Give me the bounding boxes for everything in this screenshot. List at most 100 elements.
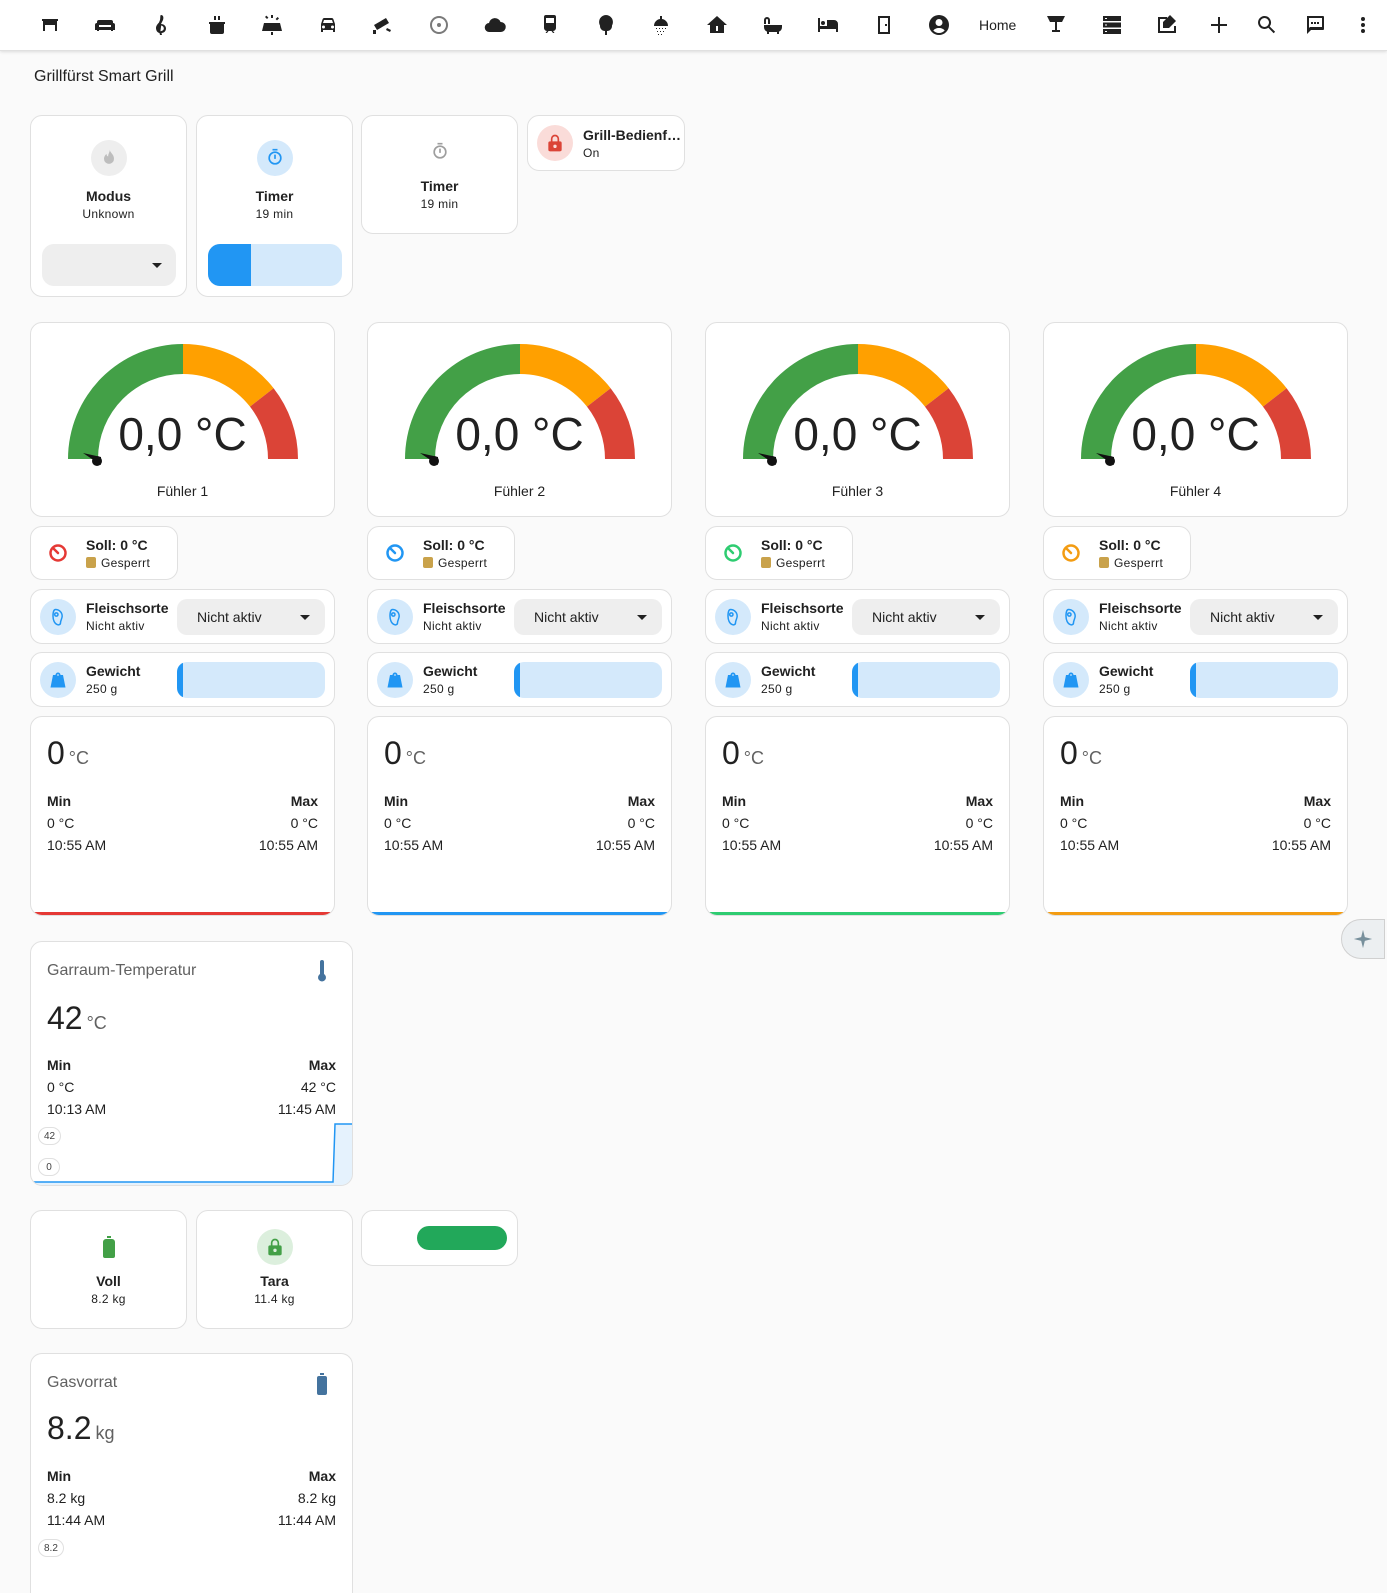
grill-lock-icon-wrap — [537, 125, 573, 161]
probe-3-stat-max-value: 0 °C — [965, 815, 993, 831]
probe-2-gewicht-icon-wrap — [377, 661, 413, 698]
tab-bathtub[interactable] — [745, 0, 801, 51]
probe-2-stat-max: Max 0 °C 10:55 AM — [596, 790, 655, 856]
probe-4-gauge-name: Fühler 4 — [1169, 483, 1222, 499]
grill-lock-tile[interactable]: Grill-Bedienf… On — [527, 115, 685, 171]
lock-icon — [86, 556, 96, 568]
probe-4-statistics-card[interactable]: 0 °C Min 0 °C 10:55 AM Max 0 °C 10:55 AM — [1043, 716, 1348, 916]
probe-4-gewicht-state: 250 g — [1099, 682, 1131, 696]
gas-tara-state: 11.4 kg — [254, 1292, 295, 1306]
probe-2-fleischsorte-select[interactable]: Nicht aktiv — [514, 599, 662, 635]
modus-tile[interactable]: Modus Unknown — [30, 115, 187, 297]
gas-tara-tile[interactable]: Tara 11.4 kg — [196, 1210, 353, 1329]
solar-panel-icon — [262, 15, 283, 35]
probe-3-soll-tile[interactable]: Soll: 0 °C Gesperrt — [705, 526, 853, 580]
probe-1-fleischsorte-select[interactable]: Nicht aktiv — [177, 599, 325, 635]
probe-3-gauge-card[interactable]: 0,0 °C Fühler 3 — [705, 322, 1010, 517]
tab-train[interactable] — [522, 0, 578, 51]
car-icon — [320, 18, 335, 32]
add-button[interactable] — [1195, 0, 1243, 51]
probe-2-gauge-card[interactable]: 0,0 °C Fühler 2 — [367, 322, 672, 517]
probe-3-stat-min-time: 10:55 AM — [722, 837, 782, 853]
tab-house[interactable] — [689, 0, 745, 51]
tab-lamp[interactable] — [1028, 0, 1084, 51]
tab-solar[interactable] — [244, 0, 300, 51]
probe-4-gewicht-slider[interactable] — [1190, 662, 1338, 698]
timer-tile[interactable]: Timer 19 min — [196, 115, 353, 297]
probe-1-fleischsorte-text: Fleischsorte Nicht aktiv — [86, 600, 168, 633]
probe-3-statistics-card[interactable]: 0 °C Min 0 °C 10:55 AM Max 0 °C 10:55 AM — [705, 716, 1010, 916]
page-title: Grillfürst Smart Grill — [34, 68, 174, 85]
more-menu-button[interactable] — [1339, 0, 1387, 51]
search-button[interactable] — [1243, 0, 1291, 51]
probe-1-gewicht-card[interactable]: Gewicht 250 g — [30, 652, 335, 707]
probe-3-fleischsorte-card[interactable]: Fleischsorte Nicht aktiv Nicht aktiv — [705, 589, 1010, 644]
probe-1-soll-tile[interactable]: Soll: 0 °C Gesperrt — [30, 526, 178, 580]
probe-1-statistics-card[interactable]: 0 °C Min 0 °C 10:55 AM Max 0 °C 10:55 AM — [30, 716, 335, 916]
tab-atom[interactable] — [411, 0, 467, 51]
probe-2-fleischsorte-card[interactable]: Fleischsorte Nicht aktiv Nicht aktiv — [367, 589, 672, 644]
gas-toggle-card[interactable] — [361, 1210, 518, 1266]
probe-1-fleischsorte-select-value: Nicht aktiv — [197, 609, 262, 625]
assist-sparkle-button[interactable] — [1341, 919, 1385, 959]
probe-2-stat-value-row: 0 °C — [384, 735, 426, 772]
tab-sofa[interactable] — [78, 0, 134, 51]
probe-4-stat-min-label: Min — [1060, 793, 1085, 809]
timer-slider[interactable] — [208, 244, 342, 286]
gas-voll-tile[interactable]: Voll 8.2 kg — [30, 1210, 187, 1329]
probe-3-gewicht-card[interactable]: Gewicht 250 g — [705, 652, 1010, 707]
tab-tree[interactable] — [578, 0, 634, 51]
probe-2-gewicht-slider[interactable] — [514, 662, 662, 698]
probe-2-soll-tile[interactable]: Soll: 0 °C Gesperrt — [367, 526, 515, 580]
grill-lock-state: On — [583, 145, 600, 160]
tab-cctv[interactable] — [356, 0, 412, 51]
lock-icon — [423, 556, 433, 568]
probe-3-stat-min-value: 0 °C — [722, 815, 750, 831]
grill-lock-name: Grill-Bedienf… — [583, 126, 682, 143]
probe-4-fleischsorte-select[interactable]: Nicht aktiv — [1190, 599, 1338, 635]
gas-toggle-pill[interactable] — [417, 1226, 507, 1250]
probe-4-soll-tile[interactable]: Soll: 0 °C Gesperrt — [1043, 526, 1191, 580]
modus-select[interactable] — [42, 244, 176, 286]
garraum-min-label: Min — [47, 1057, 72, 1073]
probe-3-fleischsorte-select[interactable]: Nicht aktiv — [852, 599, 1000, 635]
probe-1-gewicht-slider[interactable] — [177, 662, 325, 698]
lock-icon — [761, 556, 771, 568]
tab-pot[interactable] — [189, 0, 245, 51]
probe-4-gewicht-card[interactable]: Gewicht 250 g — [1043, 652, 1348, 707]
probe-3-soll-text: Soll: 0 °C Gesperrt — [761, 537, 825, 570]
probe-1-fleischsorte-card[interactable]: Fleischsorte Nicht aktiv Nicht aktiv — [30, 589, 335, 644]
probe-2-gewicht-card[interactable]: Gewicht 250 g — [367, 652, 672, 707]
tab-blueprint[interactable] — [1139, 0, 1195, 51]
assist-button[interactable] — [1291, 0, 1339, 51]
probe-1-gauge-card[interactable]: 0,0 °C Fühler 1 — [30, 322, 335, 517]
garraum-graph-bottom-label: 0 — [38, 1158, 60, 1176]
tab-cloud[interactable] — [467, 0, 523, 51]
tab-bed[interactable] — [800, 0, 856, 51]
tab-account[interactable] — [912, 0, 968, 51]
probe-3-soll-value: Soll: 0 °C — [761, 536, 823, 553]
probe-4-gauge-card[interactable]: 0,0 °C Fühler 4 — [1043, 322, 1348, 517]
probe-3-gewicht-slider[interactable] — [852, 662, 1000, 698]
tab-home-view[interactable]: Home — [967, 0, 1028, 51]
timer-state: 19 min — [255, 207, 294, 221]
garraum-graph-top-label: 42 — [38, 1127, 62, 1145]
plus-icon — [1211, 17, 1227, 33]
probe-2-fleischsorte-state: Nicht aktiv — [423, 619, 482, 633]
tab-grill[interactable] — [22, 0, 78, 51]
tab-server[interactable] — [1084, 0, 1140, 51]
timer-remaining-tile[interactable]: Timer 19 min — [361, 115, 518, 234]
gas-voll-name: Voll — [96, 1273, 121, 1289]
garraum-temperature-card[interactable]: Garraum-Temperatur 42 °C Min 0 °C 10:13 … — [30, 941, 353, 1186]
tab-car[interactable] — [300, 0, 356, 51]
gasvorrat-card[interactable]: Gasvorrat 8.2 kg Min 8.2 kg 11:44 AM Max… — [30, 1353, 353, 1593]
gasvorrat-min-time: 11:44 AM — [47, 1512, 106, 1528]
probe-2-statistics-card[interactable]: 0 °C Min 0 °C 10:55 AM Max 0 °C 10:55 AM — [367, 716, 672, 916]
probe-1-stat-graph-line — [31, 912, 334, 915]
tab-music[interactable] — [133, 0, 189, 51]
probe-4-fleischsorte-card[interactable]: Fleischsorte Nicht aktiv Nicht aktiv — [1043, 589, 1348, 644]
tab-shower[interactable] — [634, 0, 690, 51]
thermometer-icon — [318, 960, 326, 982]
cloud-icon — [484, 18, 506, 33]
tab-door[interactable] — [856, 0, 912, 51]
